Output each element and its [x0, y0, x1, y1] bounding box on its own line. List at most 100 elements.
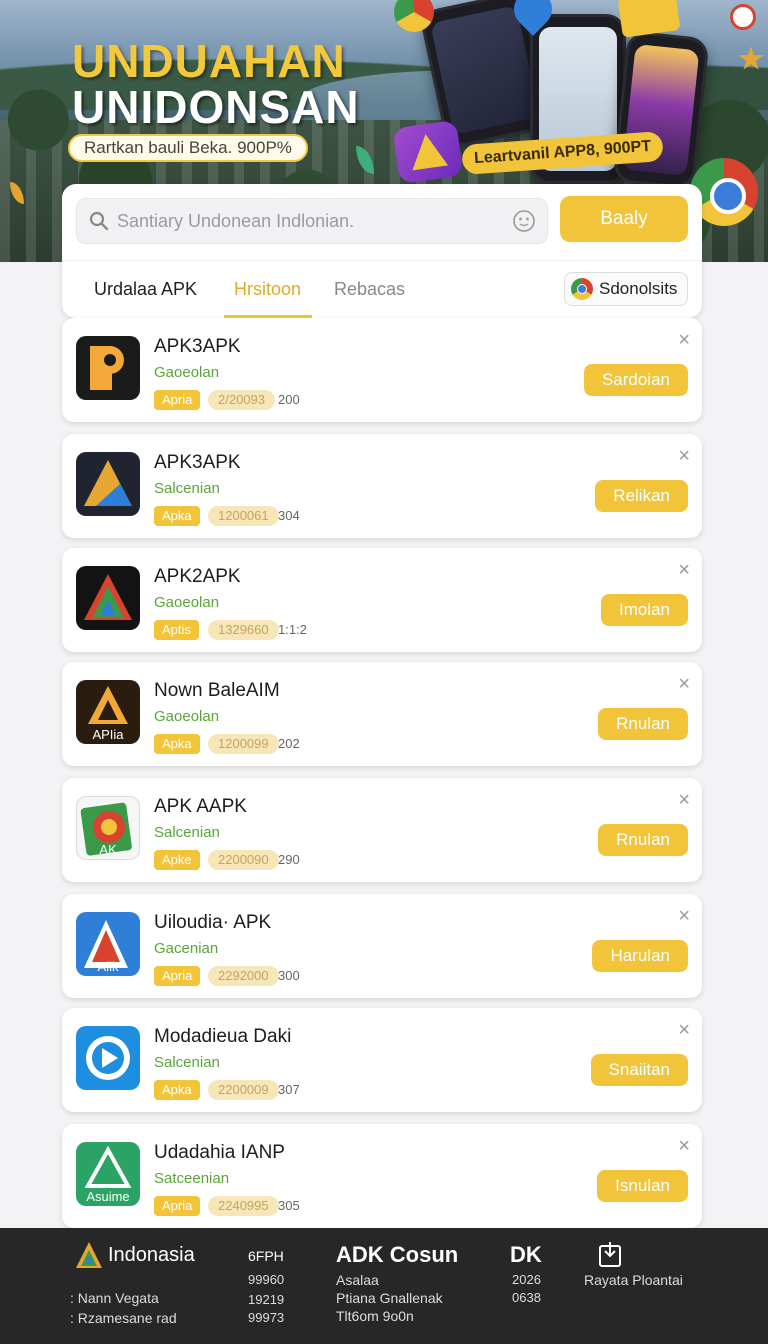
tab-updates[interactable]: Rebacas	[334, 261, 405, 317]
app-type-badge: Apria	[154, 966, 201, 986]
region-label: Sdonolsits	[599, 279, 678, 298]
apk-logo-icon	[392, 119, 464, 185]
app-version-badge: 2240995	[208, 1196, 279, 1216]
footer-heading: ADK Cosun	[336, 1242, 459, 1267]
download-button[interactable]: Harulan	[592, 940, 688, 972]
app-size: 304	[278, 508, 300, 523]
app-category: Salcenian	[154, 1054, 220, 1071]
download-button[interactable]: Rnulan	[598, 708, 688, 740]
app-list-item[interactable]: Modadieua Daki Salcenian Apka 2200009 307 × Sn…	[62, 1008, 702, 1112]
search-input[interactable]	[117, 199, 507, 243]
footer-heading: DK	[510, 1242, 542, 1267]
footer-col-head: 6FPH	[248, 1248, 284, 1264]
app-name[interactable]: APK3APK	[154, 336, 241, 358]
download-button[interactable]: Sardoian	[583, 364, 688, 396]
download-button[interactable]: Relikan	[595, 480, 688, 512]
app-type-badge: Apke	[154, 850, 200, 870]
app-type-badge: Apka	[154, 506, 200, 526]
app-type-badge: Apria	[154, 390, 201, 410]
app-list-item[interactable]: AK APK AAPK Salcenian Apke 2200090 290 × Rnulan	[62, 778, 702, 882]
chrome-logo-icon: AK	[76, 796, 140, 860]
face-scan-icon[interactable]	[511, 208, 537, 234]
chrome-icon	[571, 278, 593, 300]
footer-link[interactable]: Tlt6om 9o0n	[336, 1308, 414, 1324]
app-name[interactable]: APK2APK	[154, 566, 241, 588]
download-button[interactable]: Isnulan	[597, 1170, 688, 1202]
footer-link[interactable]: : Rzamesane rad	[70, 1310, 177, 1326]
search-card: Baaly Urdalaa APK Hrsitoon Rebacas Sdono…	[62, 184, 702, 318]
triangle-logo-icon	[76, 566, 140, 630]
footer-value: 0638	[512, 1290, 541, 1305]
triangle-logo-icon	[76, 452, 140, 516]
footer-link[interactable]: Asalaa	[336, 1272, 379, 1288]
app-list-item[interactable]: APK3APK Salcenian Apka 1200061 304 × Relikan	[62, 434, 702, 538]
app-type-badge: Apka	[154, 1080, 200, 1100]
apk-logo-icon	[76, 1242, 102, 1268]
app-list-item[interactable]: APIia Nown BaleAIM Gaoeolan Apka 1200099 202 ×…	[62, 662, 702, 766]
app-category: Satceenian	[154, 1170, 230, 1187]
close-icon[interactable]: ×	[678, 790, 690, 810]
search-icon	[89, 211, 109, 231]
app-size: 1:1:2	[278, 622, 307, 637]
app-name[interactable]: Modadieua Daki	[154, 1026, 291, 1048]
app-category: Gaoeolan	[154, 708, 220, 725]
close-icon[interactable]: ×	[678, 1020, 690, 1040]
p-logo-icon	[76, 336, 140, 400]
app-icon-text: Asuime	[86, 1189, 130, 1204]
tab-apk[interactable]: Urdalaa APK	[94, 261, 197, 317]
app-category: Gaoeolan	[154, 594, 220, 611]
app-category: Salcenian	[154, 480, 220, 497]
app-type-badge: Aptis	[154, 620, 199, 640]
footer-value: 19219	[248, 1292, 285, 1307]
app-size: 290	[278, 852, 300, 867]
close-icon[interactable]: ×	[678, 330, 690, 350]
app-type-badge: Apka	[154, 734, 200, 754]
close-icon[interactable]: ×	[678, 446, 690, 466]
region-selector[interactable]: Sdonolsits	[564, 272, 689, 306]
close-icon[interactable]: ×	[678, 560, 690, 580]
play-logo-icon	[76, 1026, 140, 1090]
app-list-item[interactable]: APK3APK Gaoeolan Apria 2/20093 200 × Sardoian	[62, 318, 702, 422]
app-size: 202	[278, 736, 300, 751]
download-button[interactable]: Imolan	[600, 594, 688, 626]
tab-bar: Urdalaa APK Hrsitoon Rebacas Sdonolsits	[62, 260, 702, 318]
app-icon-text: APIia	[92, 727, 124, 742]
app-version-badge: 2200090	[208, 850, 279, 870]
download-button[interactable]: Snaiitan	[590, 1054, 688, 1086]
search-box	[76, 198, 548, 244]
app-category: Gacenian	[154, 940, 219, 957]
app-name[interactable]: APK3APK	[154, 452, 241, 474]
app-version-badge: 1329660	[208, 620, 279, 640]
app-list-item[interactable]: APK2APK Gaoeolan Aptis 1329660 1:1:2 × Imolan	[62, 548, 702, 652]
app-list-item[interactable]: Asuime Udadahia IANP Satceenian Apria 224099…	[62, 1124, 702, 1228]
app-version-badge: 2200009	[208, 1080, 279, 1100]
footer-value: 99960	[248, 1272, 285, 1287]
banner-subtitle: UNIDONSAN	[72, 81, 360, 133]
phone-mockup-3	[612, 30, 710, 190]
document-icon[interactable]	[598, 1240, 622, 1268]
close-icon[interactable]: ×	[678, 674, 690, 694]
footer-value: 99973	[248, 1310, 285, 1325]
footer-value: 2026	[512, 1272, 541, 1287]
close-icon[interactable]: ×	[678, 906, 690, 926]
app-name[interactable]: Nown BaleAIM	[154, 680, 280, 702]
app-list-item[interactable]: Alik Uiloudia· APK Gacenian Apria 2292000 300…	[62, 894, 702, 998]
app-category: Gaoeolan	[154, 364, 220, 381]
close-icon[interactable]: ×	[678, 1136, 690, 1156]
tab-history[interactable]: Hrsitoon	[234, 261, 301, 317]
search-button[interactable]: Baaly	[560, 196, 688, 242]
footer-link[interactable]: Rayata Ploantai	[584, 1272, 683, 1288]
download-button[interactable]: Rnulan	[598, 824, 688, 856]
app-name[interactable]: Udadahia IANP	[154, 1142, 285, 1164]
footer-brand: Indonasia	[108, 1244, 195, 1266]
banner-tagline: Rartkan bauli Beka. 900P%	[68, 134, 308, 162]
app-size: 305	[278, 1198, 300, 1213]
app-size: 307	[278, 1082, 300, 1097]
app-category: Salcenian	[154, 824, 220, 841]
app-version-badge: 1200099	[208, 734, 279, 754]
app-name[interactable]: Uiloudia· APK	[154, 912, 271, 934]
triangle-logo-icon: Asuime	[76, 1142, 140, 1206]
footer-link[interactable]: : Nann Vegata	[70, 1290, 159, 1306]
app-name[interactable]: APK AAPK	[154, 796, 247, 818]
footer-link[interactable]: Ptiana Gnallenak	[336, 1290, 443, 1306]
